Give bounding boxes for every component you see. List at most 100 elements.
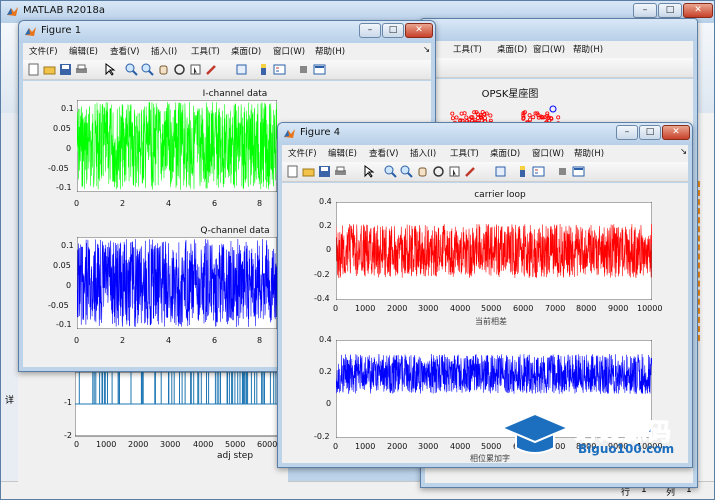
f4-plot1-title: carrier loop — [474, 190, 526, 200]
f4p1-xtick-3: 3000 — [418, 304, 439, 313]
f1p2-xtick-3: 6 — [212, 336, 218, 345]
bg-menu-window[interactable]: 窗口(W) — [533, 43, 565, 55]
bg-menu-help[interactable]: 帮助(H) — [573, 43, 603, 55]
brush-icon[interactable] — [205, 63, 218, 76]
figure4-minimize-button[interactable]: – — [616, 125, 638, 140]
figure4-close-button[interactable]: ✕ — [662, 125, 690, 140]
link-plot-icon[interactable] — [235, 63, 248, 76]
f4p1-xtick-9: 9000 — [608, 304, 629, 313]
bg-menu-tools[interactable]: 工具(T) — [453, 43, 482, 55]
figure1-minimize-button[interactable]: – — [359, 23, 381, 38]
rotate-icon[interactable] — [173, 63, 186, 76]
adj-xtick-4000: 4000 — [193, 440, 214, 449]
f4-menu-dock-icon[interactable]: ↘ — [680, 147, 687, 157]
f1-menu-tools[interactable]: 工具(T) — [191, 45, 220, 57]
figure1-maximize-button[interactable]: □ — [382, 23, 404, 38]
adj-xtick-5000: 5000 — [225, 440, 246, 449]
figure4-title: Figure 4 — [300, 127, 341, 138]
f4p1-xtick-6: 6000 — [513, 304, 534, 313]
open-file-icon[interactable] — [302, 165, 315, 178]
f1p1-ytick-4: -0.1 — [56, 183, 72, 192]
f4p1-ytick-1: 0.2 — [319, 221, 332, 230]
f1-menu-help[interactable]: 帮助(H) — [315, 45, 345, 57]
f4-menu-window[interactable]: 窗口(W) — [532, 147, 564, 159]
constellation-point — [480, 110, 485, 115]
adj-ytick-neg1: -1 — [64, 398, 72, 407]
pointer-icon[interactable] — [103, 63, 116, 76]
data-cursor-icon[interactable] — [189, 63, 202, 76]
close-button[interactable]: ✕ — [683, 3, 713, 18]
figure4-menubar: 文件(F) 编辑(E) 查看(V) 插入(I) 工具(T) 桌面(D) 窗口(W… — [282, 145, 688, 162]
new-figure-icon[interactable] — [286, 165, 299, 178]
f4-menu-help[interactable]: 帮助(H) — [574, 147, 604, 159]
f1-menu-edit[interactable]: 编辑(E) — [69, 45, 98, 57]
f1-menu-view[interactable]: 查看(V) — [110, 45, 139, 57]
pointer-icon[interactable] — [362, 165, 375, 178]
matlab-side-panel — [1, 113, 19, 483]
hide-plot-tools-icon[interactable] — [556, 165, 569, 178]
f1-menu-desktop[interactable]: 桌面(D) — [231, 45, 261, 57]
constellation-point — [488, 113, 493, 118]
constellation-point — [450, 111, 455, 116]
hide-plot-tools-icon[interactable] — [297, 63, 310, 76]
f4p1-ytick-4: -0.4 — [314, 294, 330, 303]
pan-hand-icon[interactable] — [157, 63, 170, 76]
f1-menu-window[interactable]: 窗口(W) — [273, 45, 305, 57]
f4-plot1-xlabel: 当前相差 — [475, 317, 507, 326]
figure1-close-button[interactable]: ✕ — [405, 23, 433, 38]
figure4-titlebar: Figure 4 – □ ✕ — [278, 123, 692, 145]
show-plot-tools-icon[interactable] — [313, 63, 326, 76]
legend-icon[interactable] — [532, 165, 545, 178]
f4p1-xtick-10: 10000 — [637, 304, 663, 313]
print-icon[interactable] — [75, 63, 88, 76]
bg-menu-desktop[interactable]: 桌面(D) — [497, 43, 527, 55]
save-icon[interactable] — [59, 63, 72, 76]
legend-icon[interactable] — [273, 63, 286, 76]
constellation-point — [527, 113, 532, 118]
f4-menu-edit[interactable]: 编辑(E) — [328, 147, 357, 159]
zoom-out-icon[interactable] — [400, 165, 413, 178]
f4p1-ytick-3: -0.2 — [314, 270, 330, 279]
f4-menu-tools[interactable]: 工具(T) — [450, 147, 479, 159]
data-cursor-icon[interactable] — [448, 165, 461, 178]
adj-ytick-neg2: -2 — [64, 431, 72, 440]
colorbar-icon[interactable] — [257, 63, 270, 76]
minimize-button[interactable]: – — [633, 3, 657, 18]
f1p2-ytick-3: -0.05 — [48, 301, 69, 310]
zoom-in-icon[interactable] — [125, 63, 138, 76]
figure1-toolbar — [23, 60, 431, 80]
f1-i-channel-plot — [77, 100, 277, 192]
constellation-point — [483, 116, 488, 121]
f1p2-xtick-1: 2 — [120, 336, 126, 345]
save-icon[interactable] — [318, 165, 331, 178]
colorbar-icon[interactable] — [516, 165, 529, 178]
adj-xtick-6000: 6000 — [257, 440, 278, 449]
bg-figure-toolbar — [425, 58, 693, 78]
pan-hand-icon[interactable] — [416, 165, 429, 178]
f4p2-xtick-0: 0 — [333, 442, 339, 451]
brush-icon[interactable] — [464, 165, 477, 178]
f4-menu-desktop[interactable]: 桌面(D) — [490, 147, 520, 159]
f1-menu-dock-icon[interactable]: ↘ — [423, 45, 430, 55]
new-figure-icon[interactable] — [27, 63, 40, 76]
figure4-maximize-button[interactable]: □ — [639, 125, 661, 140]
bg-figure-titlebar — [421, 19, 697, 41]
f4-menu-view[interactable]: 查看(V) — [369, 147, 398, 159]
f4-menu-insert[interactable]: 插入(I) — [410, 147, 436, 159]
show-plot-tools-icon[interactable] — [572, 165, 585, 178]
zoom-out-icon[interactable] — [141, 63, 154, 76]
f4-menu-file[interactable]: 文件(F) — [288, 147, 317, 159]
f1-menu-file[interactable]: 文件(F) — [29, 45, 58, 57]
maximize-button[interactable]: □ — [658, 3, 682, 18]
rotate-icon[interactable] — [432, 165, 445, 178]
open-file-icon[interactable] — [43, 63, 56, 76]
f4p1-xtick-8: 8000 — [576, 304, 597, 313]
f1-menu-insert[interactable]: 插入(I) — [151, 45, 177, 57]
zoom-in-icon[interactable] — [384, 165, 397, 178]
print-icon[interactable] — [334, 165, 347, 178]
f1p1-ytick-1: 0.05 — [53, 124, 71, 133]
f1p2-ytick-0: 0.1 — [61, 241, 74, 250]
link-plot-icon[interactable] — [494, 165, 507, 178]
f4p1-xtick-4: 4000 — [450, 304, 471, 313]
f4p2-xtick-1: 1000 — [355, 442, 376, 451]
